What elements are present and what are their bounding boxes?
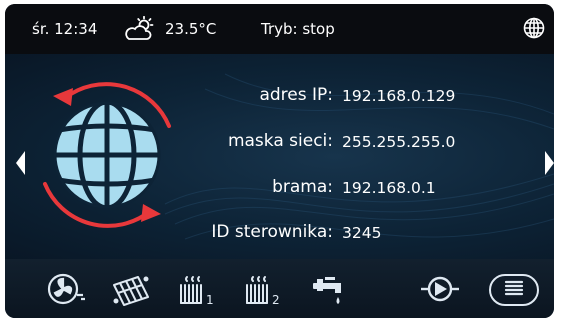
gateway-label: brama: <box>272 177 333 197</box>
screen: śr. 12:34 23.5°C Tryb: stop adres IP: 19… <box>5 4 554 318</box>
ip-value: 192.168.0.129 <box>342 87 456 105</box>
controller-id-label: ID sterownika: <box>211 222 333 242</box>
tap-icon[interactable] <box>307 271 353 307</box>
globe-icon[interactable] <box>523 17 545 39</box>
network-info-panel: adres IP: 192.168.0.129 maska sieci: 255… <box>5 54 554 259</box>
sun-cloud-icon <box>124 16 156 42</box>
heater-2-number: 2 <box>272 293 280 307</box>
mode-status: Tryb: stop <box>261 20 335 38</box>
menu-button[interactable] <box>489 274 539 306</box>
heater-2-icon[interactable]: 2 <box>241 271 287 307</box>
pump-icon[interactable] <box>419 271 465 307</box>
temperature: 23.5°C <box>165 20 217 38</box>
heater-1-icon[interactable]: 1 <box>175 271 221 307</box>
mask-label: maska sieci: <box>227 131 333 151</box>
ip-label: adres IP: <box>259 85 333 105</box>
triangle-left-icon[interactable] <box>16 151 26 179</box>
mask-value: 255.255.255.0 <box>342 133 456 151</box>
date-time: śr. 12:34 <box>32 20 98 38</box>
fan-icon[interactable] <box>43 271 89 307</box>
bottom-nav: 1 2 <box>5 259 554 318</box>
controller-id-value: 3245 <box>342 224 382 242</box>
triangle-right-icon[interactable] <box>545 151 554 179</box>
status-bar: śr. 12:34 23.5°C Tryb: stop <box>5 4 554 54</box>
gateway-value: 192.168.0.1 <box>342 179 436 197</box>
heater-1-number: 1 <box>206 293 214 307</box>
menu-icon <box>503 279 525 301</box>
solar-collector-icon[interactable] <box>108 271 154 307</box>
